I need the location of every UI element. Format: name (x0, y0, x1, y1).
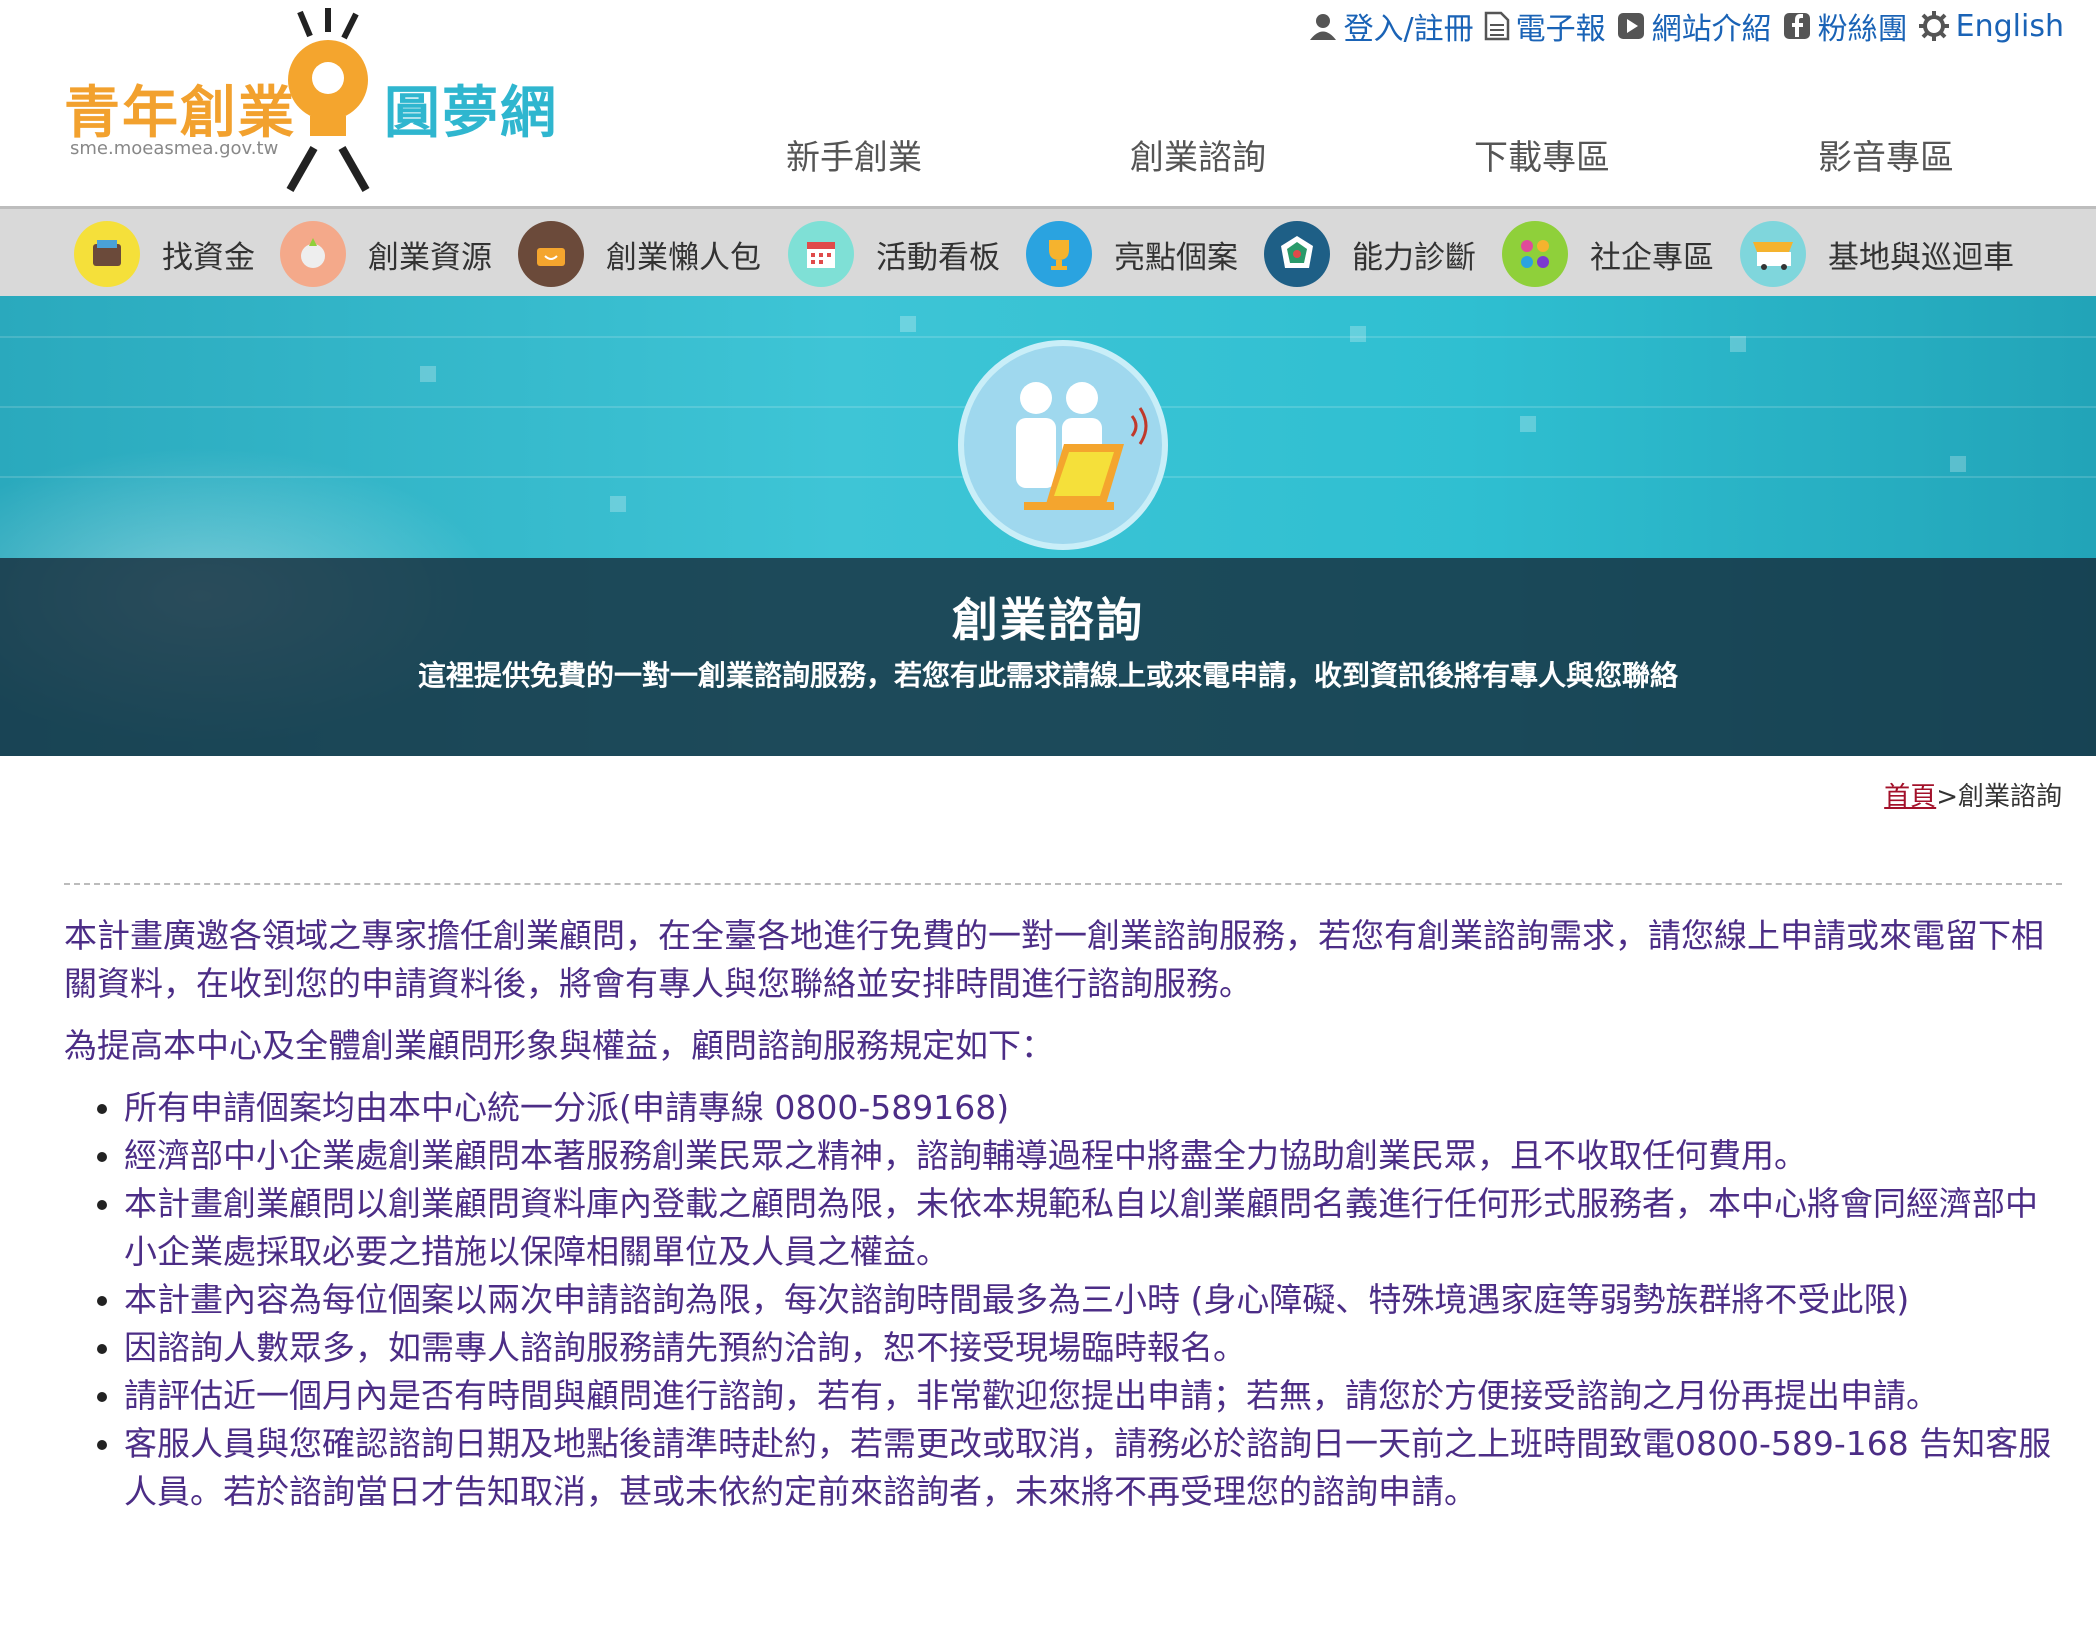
money-icon (74, 221, 140, 287)
category-label: 社企專區 (1590, 239, 1714, 276)
rules-list: 所有申請個案均由本中心統一分派(申請專線 0800-589168) 經濟部中小企… (64, 1084, 2064, 1516)
breadcrumb-home-link[interactable]: 首頁 (1884, 782, 1936, 812)
main-nav: 新手創業 創業諮詢 下載專區 影音專區 (0, 130, 2096, 180)
page-banner: 創業諮詢 這裡提供免費的一對一創業諮詢服務，若您有此需求請線上或來電申請，收到資… (0, 296, 2096, 756)
breadcrumb: 首頁>創業諮詢 (1884, 776, 2062, 813)
diagnosis-icon (1264, 221, 1330, 287)
breadcrumb-separator: > (1936, 782, 1958, 812)
category-label: 亮點個案 (1114, 239, 1238, 276)
page-title: 創業諮詢 (952, 593, 1144, 647)
category-label: 活動看板 (876, 239, 1000, 276)
calendar-icon (788, 221, 854, 287)
banner-decoration (1730, 336, 1746, 352)
rule-item: 本計畫創業顧問以創業顧問資料庫內登載之顧問為限，未依本規範私自以創業顧問名義進行… (124, 1180, 2064, 1276)
nav-item-consulting[interactable]: 創業諮詢 (1130, 130, 1266, 179)
site-header: 青年創業 圓夢網 sme.moeasmea.gov.tw 登入/註冊 電子報 網… (0, 0, 2096, 206)
banner-decoration (1520, 416, 1536, 432)
bus-icon (1740, 221, 1806, 287)
toplink-label: 電子報 (1515, 12, 1606, 47)
rule-item: 經濟部中小企業處創業顧問本著服務創業民眾之精神，諮詢輔導過程中將盡全力協助創業民… (124, 1132, 2064, 1180)
toplink-label: English (1955, 8, 2064, 44)
play-icon (1617, 13, 1644, 39)
bag-icon (518, 221, 584, 287)
category-events[interactable]: 活動看板 (788, 221, 1000, 287)
nav-item-new-startup[interactable]: 新手創業 (786, 130, 922, 179)
category-label: 找資金 (162, 239, 255, 276)
nav-item-downloads[interactable]: 下載專區 (1474, 130, 1610, 179)
consulting-banner-icon (958, 340, 1168, 550)
category-funding[interactable]: 找資金 (74, 221, 255, 287)
category-base-and-bus[interactable]: 基地與巡迴車 (1740, 221, 2014, 287)
category-highlights[interactable]: 亮點個案 (1026, 221, 1238, 287)
english-link[interactable]: English (1918, 9, 2064, 44)
content-divider (64, 883, 2062, 885)
category-lazy-pack[interactable]: 創業懶人包 (518, 221, 761, 287)
facebook-icon (1783, 13, 1810, 39)
intro-paragraph: 本計畫廣邀各領域之專家擔任創業顧問，在全臺各地進行免費的一對一創業諮詢服務，若您… (64, 916, 2044, 1003)
category-label: 創業懶人包 (606, 239, 761, 276)
banner-decoration (610, 496, 626, 512)
category-label: 創業資源 (368, 239, 492, 276)
rule-item: 所有申請個案均由本中心統一分派(申請專線 0800-589168) (124, 1084, 2064, 1132)
toplink-label: 粉絲團 (1817, 12, 1908, 47)
trophy-icon (1026, 221, 1092, 287)
toplink-label: 網站介紹 (1651, 12, 1772, 47)
login-register-link[interactable]: 登入/註冊 (1308, 4, 1474, 48)
page-subtitle: 這裡提供免費的一對一創業諮詢服務，若您有此需求請線上或來電申請，收到資訊後將有專… (417, 659, 1678, 692)
breadcrumb-current: 創業諮詢 (1957, 782, 2062, 812)
banner-decoration (0, 336, 2096, 338)
rule-item: 請評估近一個月內是否有時間與顧問進行諮詢，若有，非常歡迎您提出申請；若無，請您於… (124, 1372, 2064, 1420)
rule-item: 客服人員與您確認諮詢日期及地點後請準時赴約，若需更改或取消，請務必於諮詢日一天前… (124, 1420, 2064, 1516)
site-intro-link[interactable]: 網站介紹 (1616, 4, 1772, 48)
banner-decoration (420, 366, 436, 382)
top-links: 登入/註冊 電子報 網站介紹 粉絲團 English (1298, 4, 2064, 48)
banner-decoration (900, 316, 916, 332)
category-bar: 找資金 創業資源 創業懶人包 活動看板 亮點個案 能力診斷 社企專區 基地與巡迴… (0, 206, 2096, 296)
main-content: 本計畫廣邀各領域之專家擔任創業顧問，在全臺各地進行免費的一對一創業諮詢服務，若您… (64, 912, 2064, 1516)
toplink-label: 登入/註冊 (1343, 12, 1474, 47)
fanpage-link[interactable]: 粉絲團 (1782, 4, 1908, 48)
user-icon (1309, 14, 1336, 40)
nav-item-media[interactable]: 影音專區 (1818, 130, 1954, 179)
document-icon (1484, 11, 1509, 41)
category-diagnosis[interactable]: 能力診斷 (1264, 221, 1476, 287)
rules-title: 為提高本中心及全體創業顧問形象與權益，顧問諮詢服務規定如下： (64, 1026, 1054, 1065)
rule-item: 本計畫內容為每位個案以兩次申請諮詢為限，每次諮詢時間最多為三小時 (身心障礙、特… (124, 1276, 2064, 1324)
banner-decoration (1350, 326, 1366, 342)
category-label: 能力診斷 (1352, 239, 1476, 276)
newsletter-link[interactable]: 電子報 (1484, 4, 1606, 48)
rule-item: 因諮詢人數眾多，如需專人諮詢服務請先預約洽詢，恕不接受現場臨時報名。 (124, 1324, 2064, 1372)
category-label: 基地與巡迴車 (1828, 239, 2014, 276)
globe-icon (280, 221, 346, 287)
banner-decoration (1950, 456, 1966, 472)
community-icon (1502, 221, 1568, 287)
category-social-enterprise[interactable]: 社企專區 (1502, 221, 1714, 287)
category-resources[interactable]: 創業資源 (280, 221, 492, 287)
gear-icon (1918, 11, 1949, 41)
